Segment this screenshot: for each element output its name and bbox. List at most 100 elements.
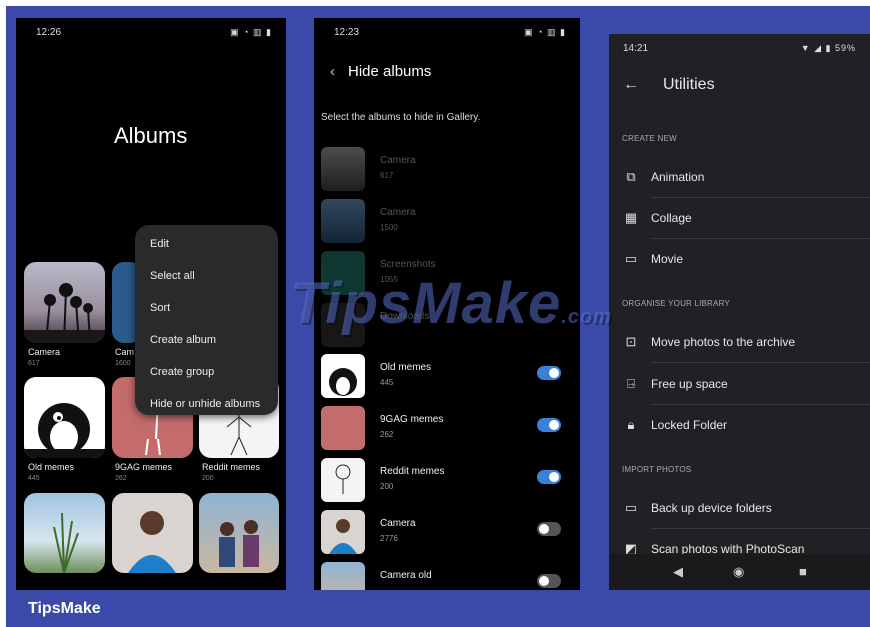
header: ← Utilities (623, 76, 715, 94)
archive-icon: ⊡ (625, 334, 637, 349)
page-title: Utilities (663, 76, 715, 93)
status-icons: ▣ ◔ ▥ ▮ (524, 27, 566, 37)
group-photo-image (219, 520, 259, 567)
album-count: 2776 (380, 534, 398, 543)
item-label: Animation (651, 170, 705, 184)
album-thumbnail (321, 147, 365, 191)
album-thumb-old-memes[interactable] (24, 377, 105, 458)
album-thumbnail (321, 354, 365, 398)
album-thumb-camera[interactable] (24, 262, 105, 343)
item-label: Locked Folder (651, 418, 728, 432)
album-label: 9GAG memes (115, 462, 173, 472)
status-time: 12:23 (334, 27, 360, 38)
album-row[interactable]: Camera 2776 (321, 510, 571, 556)
album-count: 445 (28, 475, 40, 482)
album-count: 1600 (115, 360, 131, 367)
album-thumbnail (321, 199, 365, 243)
section-header: IMPORT PHOTOS (622, 465, 692, 474)
albums-screen: 12:26 ▣ ◔ ▥ ▮ Albums Camera 617 Cam 1600… (16, 18, 286, 590)
utility-archive[interactable]: ⊡ Move photos to the archive (609, 322, 870, 363)
utilities-screen: 14:21 ▼ ◢ ▮ 59% ← Utilities CREATE NEW ⧉ … (609, 34, 870, 590)
utility-free-up-space[interactable]: ⍈ Free up space (609, 364, 870, 405)
section-header: CREATE NEW (622, 134, 677, 143)
album-row[interactable]: Old memes 445 (321, 354, 571, 400)
back-arrow-icon[interactable]: ← (623, 76, 663, 94)
menu-item-sort[interactable]: Sort (135, 292, 278, 324)
album-thumbnail (321, 510, 365, 554)
watermark-suffix: .com (561, 306, 612, 328)
menu-item-create-group[interactable]: Create group (135, 356, 278, 388)
menu-item-select-all[interactable]: Select all (135, 260, 278, 292)
hide-toggle[interactable] (537, 522, 561, 536)
album-count: 445 (380, 378, 394, 387)
menu-item-create-album[interactable]: Create album (135, 324, 278, 356)
hide-toggle[interactable] (537, 470, 561, 484)
nav-recents-icon[interactable]: ■ (799, 564, 807, 579)
album-label: Cam (115, 347, 135, 357)
album-row[interactable]: Camera old (321, 562, 571, 590)
nav-back-icon[interactable]: ◀ (673, 564, 683, 580)
menu-item-edit[interactable]: Edit (135, 228, 278, 260)
free-space-icon: ⍈ (627, 376, 635, 391)
album-count: 262 (115, 475, 127, 482)
album-label: Old memes (28, 462, 75, 472)
person-image (128, 511, 176, 573)
hide-toggle[interactable] (537, 574, 561, 588)
album-row[interactable]: 9GAG memes 262 (321, 406, 571, 452)
status-icons: ▣ ◔ ▥ ▮ (230, 27, 272, 37)
penguin-image (24, 403, 105, 458)
album-label: Reddit memes (202, 462, 261, 472)
album-thumbnail (321, 562, 365, 590)
utility-animation[interactable]: ⧉ Animation (609, 157, 870, 198)
hide-toggle[interactable] (537, 366, 561, 380)
menu-item-hide-unhide-albums[interactable]: Hide or unhide albums (135, 388, 278, 420)
page-title: Hide albums (348, 63, 432, 80)
utility-movie[interactable]: ▭ Movie (609, 239, 870, 280)
palm-trees-image (24, 283, 105, 343)
album-row[interactable]: Camera 1500 (321, 199, 571, 245)
grass-image (53, 512, 79, 573)
album-name: 9GAG memes (380, 414, 444, 425)
nav-home-icon[interactable]: ◉ (733, 564, 744, 580)
utility-backup-folders[interactable]: ▭ Back up device folders (609, 488, 870, 529)
movie-icon: ▭ (624, 251, 638, 266)
status-bar: 14:21 ▼ ◢ ▮ 59% (609, 34, 870, 62)
watermark-text: TipsMake (290, 271, 562, 336)
watermark: TipsMake.com (290, 270, 612, 337)
utility-locked-folder[interactable]: 🔒︎ Locked Folder (609, 405, 870, 446)
context-menu: Edit Select all Sort Create album Create… (135, 225, 278, 415)
album-row[interactable]: Reddit memes 200 (321, 458, 571, 504)
system-nav-bar: ◀ ◉ ■ (609, 554, 870, 590)
album-row[interactable]: Camera 617 (321, 147, 571, 193)
album-name: Camera (380, 155, 416, 166)
status-time: 14:21 (623, 43, 649, 54)
header: ‹ Hide albums (330, 63, 431, 80)
album-count: 1500 (380, 223, 398, 232)
item-label: Movie (651, 252, 684, 266)
album-name: Camera old (380, 570, 432, 581)
item-label: Free up space (651, 377, 728, 391)
utility-collage[interactable]: ▦ Collage (609, 198, 870, 239)
animation-icon: ⧉ (626, 169, 636, 184)
album-count: 200 (380, 482, 394, 491)
status-time: 12:26 (36, 27, 62, 38)
section-header: ORGANISE YOUR LIBRARY (622, 299, 730, 308)
back-arrow-icon[interactable]: ‹ (330, 63, 348, 80)
album-name: Camera (380, 207, 416, 218)
item-label: Move photos to the archive (651, 335, 796, 349)
lock-icon: 🔒︎ (627, 417, 635, 432)
album-count: 617 (28, 360, 40, 367)
hide-toggle[interactable] (537, 418, 561, 432)
page-title: Albums (114, 123, 188, 148)
album-thumb-group[interactable] (199, 493, 279, 573)
album-name: Screenshots (380, 259, 436, 270)
status-bar: 12:23 ▣ ◔ ▥ ▮ (314, 18, 580, 46)
album-count: 617 (380, 171, 394, 180)
status-bar: 12:26 ▣ ◔ ▥ ▮ (16, 18, 286, 46)
album-thumb-portrait[interactable] (112, 493, 193, 573)
album-name: Camera (380, 518, 416, 529)
item-label: Collage (651, 211, 692, 225)
album-thumbnail (321, 406, 365, 450)
album-name: Reddit memes (380, 466, 445, 477)
album-thumb-plant[interactable] (24, 493, 105, 573)
